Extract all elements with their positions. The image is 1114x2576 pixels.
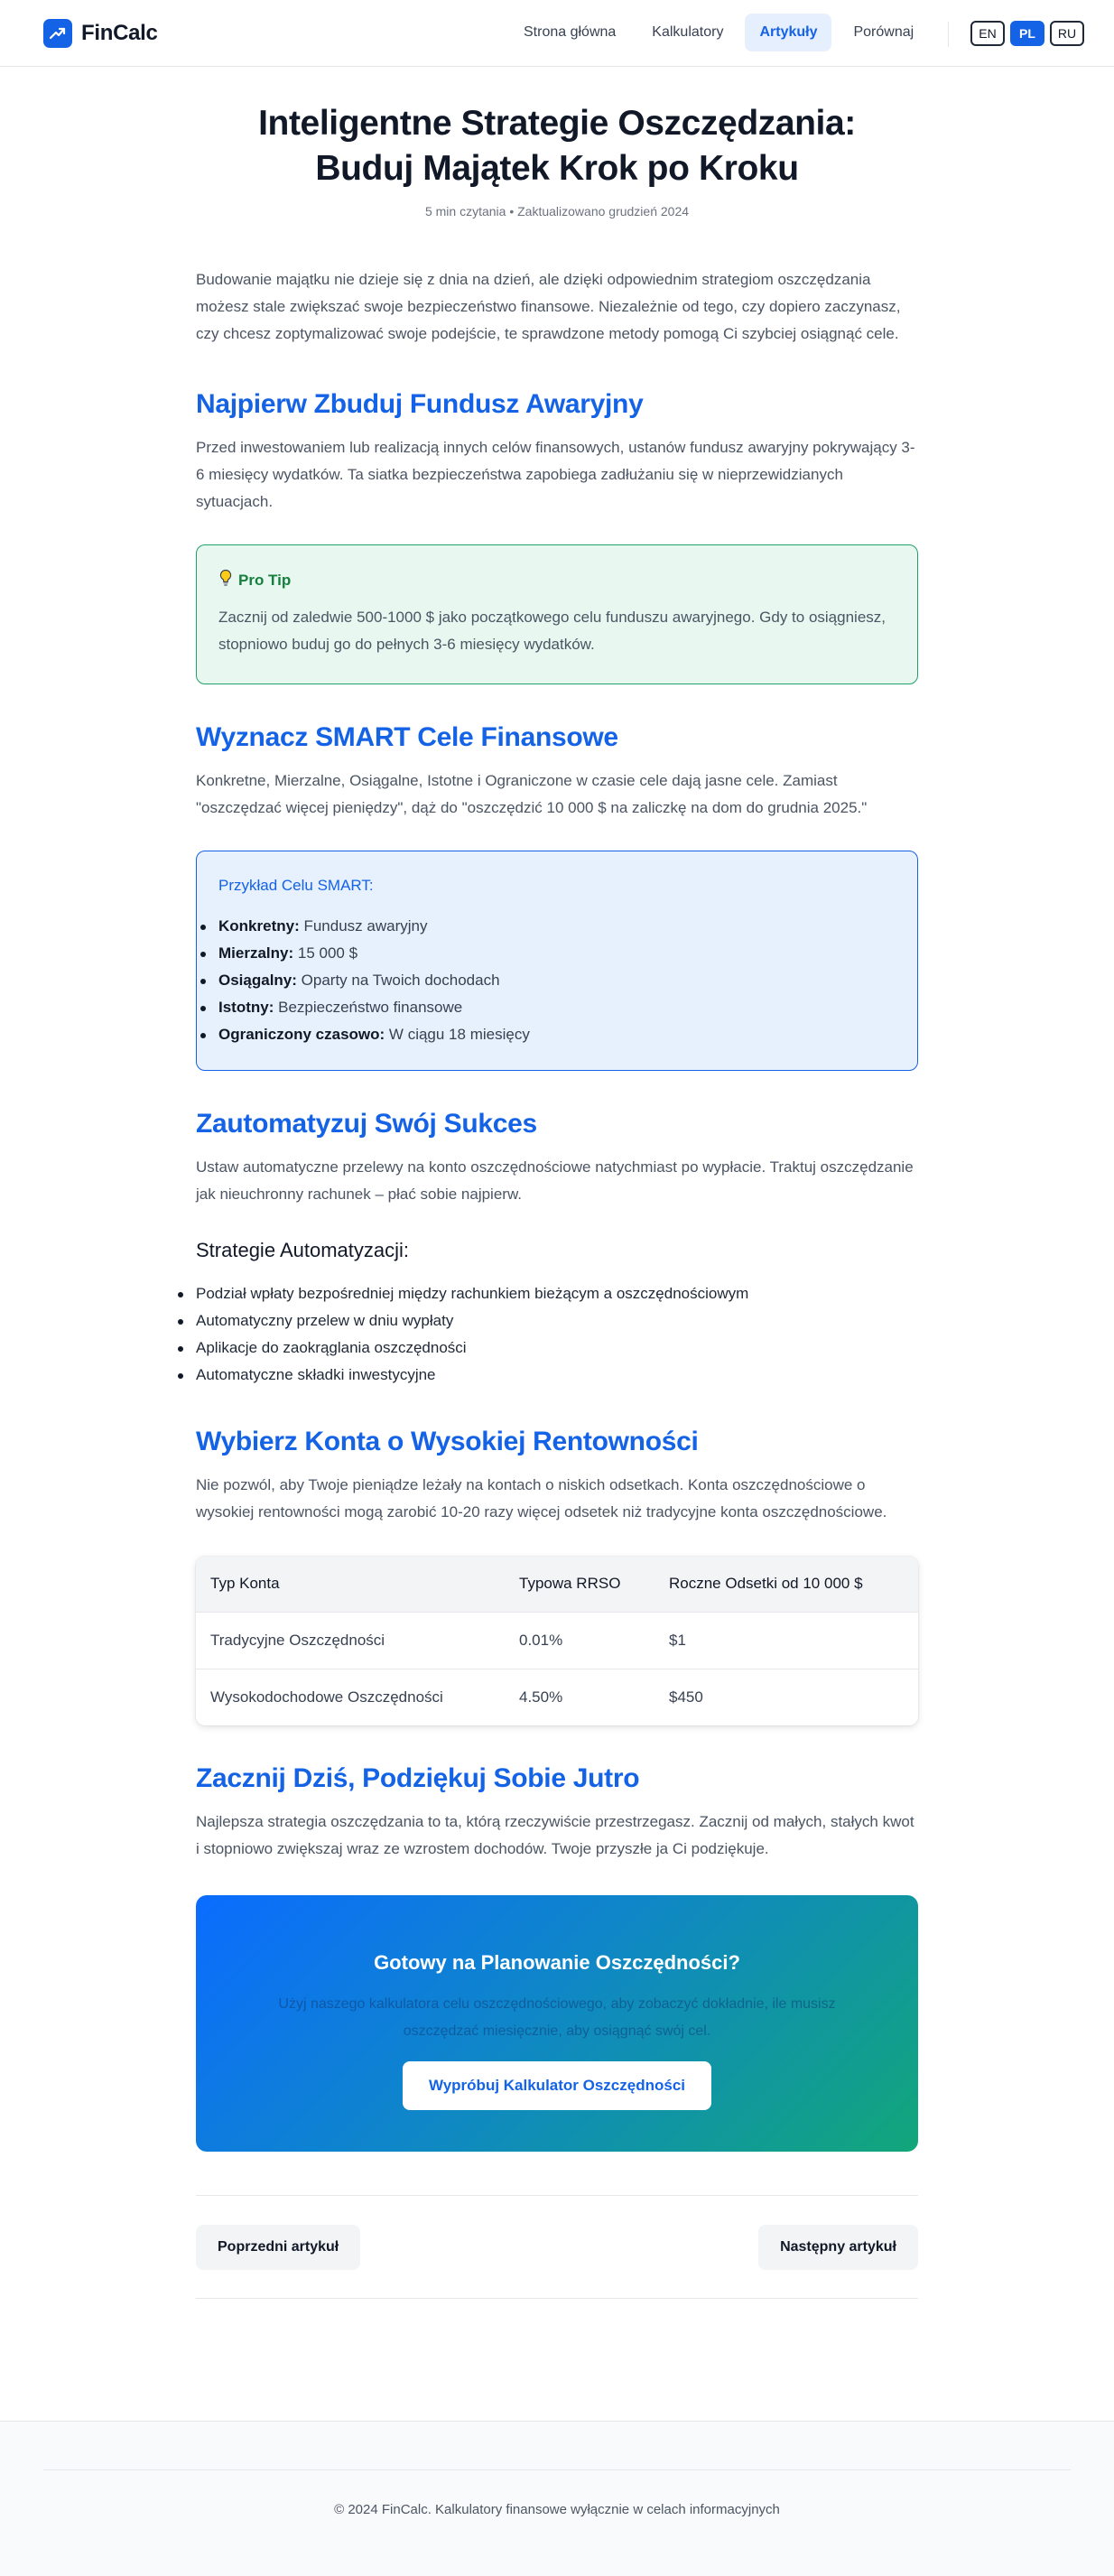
footer-copyright: © 2024 FinCalc. Kalkulatory finansowe wy… bbox=[334, 2502, 780, 2517]
section-heading-start-today: Zacznij Dziś, Podziękuj Sobie Jutro bbox=[196, 1763, 640, 1793]
nav-home[interactable]: Strona główna bbox=[509, 14, 630, 51]
try-calculator-button[interactable]: Wypróbuj Kalkulator Oszczędności bbox=[403, 2061, 711, 2110]
section-text-smart-goals: Konkretne, Mierzalne, Osiągalne, Istotne… bbox=[196, 772, 868, 816]
pro-tip-box: Pro Tip Zacznij od zaledwie 500-1000 $ j… bbox=[196, 544, 918, 684]
column-header-annual-interest: Roczne Odsetki od 10 000 $ bbox=[654, 1557, 918, 1612]
previous-article-button[interactable]: Poprzedni artykuł bbox=[196, 2224, 361, 2270]
list-item: Automatyczny przelew w dniu wypłaty bbox=[178, 1307, 918, 1334]
nav-compare[interactable]: Porównaj bbox=[839, 14, 928, 51]
table-cell: Wysokodochodowe Oszczędności bbox=[196, 1668, 505, 1725]
table-header-row: Typ Konta Typowa RRSO Roczne Odsetki od … bbox=[196, 1557, 918, 1612]
smart-example-title: Przykład Celu SMART: bbox=[218, 877, 374, 894]
list-item: Ograniczony czasowo: W ciągu 18 miesięcy bbox=[200, 1021, 896, 1048]
section-heading-emergency-fund: Najpierw Zbuduj Fundusz Awaryjny bbox=[196, 389, 644, 419]
page-footer: © 2024 FinCalc. Kalkulatory finansowe wy… bbox=[0, 2421, 1114, 2576]
section-text-automate: Ustaw automatyczne przelewy na konto osz… bbox=[196, 1158, 914, 1203]
list-item: Osiągalny: Oparty na Twoich dochodach bbox=[200, 967, 896, 994]
table-cell: 4.50% bbox=[505, 1668, 654, 1725]
app-name: FinCalc bbox=[81, 20, 158, 45]
pro-tip-header: Pro Tip bbox=[218, 569, 896, 591]
title-line-2: Buduj Majątek Krok po Kroku bbox=[315, 149, 799, 188]
table-cell: 0.01% bbox=[505, 1611, 654, 1669]
table-cell: Tradycyjne Oszczędności bbox=[196, 1611, 505, 1669]
language-switcher: EN PL RU bbox=[970, 21, 1084, 46]
table-row: Tradycyjne Oszczędności 0.01% $1 bbox=[196, 1611, 918, 1669]
column-header-apy: Typowa RRSO bbox=[505, 1557, 654, 1612]
section-text-emergency-fund: Przed inwestowaniem lub realizacją innyc… bbox=[196, 439, 915, 510]
section-heading-automate: Zautomatyzuj Swój Sukces bbox=[196, 1109, 537, 1139]
table-row: Wysokodochodowe Oszczędności 4.50% $450 bbox=[196, 1668, 918, 1725]
cta-banner: Gotowy na Planowanie Oszczędności? Użyj … bbox=[196, 1895, 918, 2152]
smart-example-box: Przykład Celu SMART: Konkretny: Fundusz … bbox=[196, 851, 918, 1071]
list-item: Aplikacje do zaokrąglania oszczędności bbox=[178, 1334, 918, 1362]
table-cell: $450 bbox=[654, 1668, 918, 1725]
table-cell: $1 bbox=[654, 1611, 918, 1669]
column-header-account-type: Typ Konta bbox=[196, 1557, 505, 1612]
page-title: Inteligentne Strategie Oszczędzania: Bud… bbox=[196, 101, 918, 191]
list-item: Automatyczne składki inwestycyjne bbox=[178, 1362, 918, 1389]
nav-articles[interactable]: Artykuły bbox=[745, 14, 832, 51]
lang-pl-button[interactable]: PL bbox=[1010, 21, 1044, 46]
lang-en-button[interactable]: EN bbox=[970, 21, 1005, 46]
next-article-button[interactable]: Następny artykuł bbox=[758, 2224, 918, 2270]
section-text-high-yield: Nie pozwól, aby Twoje pieniądze leżały n… bbox=[196, 1476, 887, 1520]
logo[interactable]: FinCalc bbox=[43, 18, 158, 48]
article-meta: 5 min czytania • Zaktualizowano grudzień… bbox=[424, 204, 690, 219]
section-text-start-today: Najlepsza strategia oszczędzania to ta, … bbox=[196, 1813, 914, 1857]
top-header: FinCalc Strona główna Kalkulatory Artyku… bbox=[0, 0, 1114, 67]
list-item: Istotny: Bezpieczeństwo finansowe bbox=[200, 994, 896, 1021]
pro-tip-title: Pro Tip bbox=[238, 571, 292, 589]
lightbulb-icon bbox=[218, 569, 233, 591]
list-item: Konkretny: Fundusz awaryjny bbox=[200, 913, 896, 940]
title-line-1: Inteligentne Strategie Oszczędzania: bbox=[258, 104, 856, 143]
nav-divider bbox=[948, 22, 949, 47]
article-pager: Poprzedni artykuł Następny artykuł bbox=[196, 2195, 918, 2299]
main-nav: Strona główna Kalkulatory Artykuły Porów… bbox=[509, 14, 928, 51]
intro-paragraph: Budowanie majątku nie dzieje się z dnia … bbox=[196, 271, 901, 342]
footer-divider bbox=[43, 2469, 1071, 2470]
nav-calculators[interactable]: Kalkulatory bbox=[637, 14, 738, 51]
section-heading-high-yield: Wybierz Konta o Wysokiej Rentowności bbox=[196, 1427, 699, 1456]
smart-example-list: Konkretny: Fundusz awaryjny Mierzalny: 1… bbox=[200, 913, 896, 1048]
chart-trend-icon bbox=[43, 18, 72, 48]
automation-list: Podział wpłaty bezpośredniej między rach… bbox=[178, 1280, 918, 1389]
accounts-table: Typ Konta Typowa RRSO Roczne Odsetki od … bbox=[196, 1557, 918, 1725]
lang-ru-button[interactable]: RU bbox=[1050, 21, 1084, 46]
automation-subheading: Strategie Automatyzacji: bbox=[196, 1239, 410, 1261]
section-heading-smart-goals: Wyznacz SMART Cele Finansowe bbox=[196, 722, 618, 752]
cta-subtitle: Użyj naszego kalkulatora celu oszczędnoś… bbox=[278, 1996, 836, 2039]
article: Inteligentne Strategie Oszczędzania: Bud… bbox=[178, 101, 918, 2299]
pro-tip-text: Zacznij od zaledwie 500-1000 $ jako pocz… bbox=[218, 609, 887, 653]
cta-title: Gotowy na Planowanie Oszczędności? bbox=[374, 1951, 740, 1974]
list-item: Mierzalny: 15 000 $ bbox=[200, 940, 896, 967]
list-item: Podział wpłaty bezpośredniej między rach… bbox=[178, 1280, 918, 1307]
